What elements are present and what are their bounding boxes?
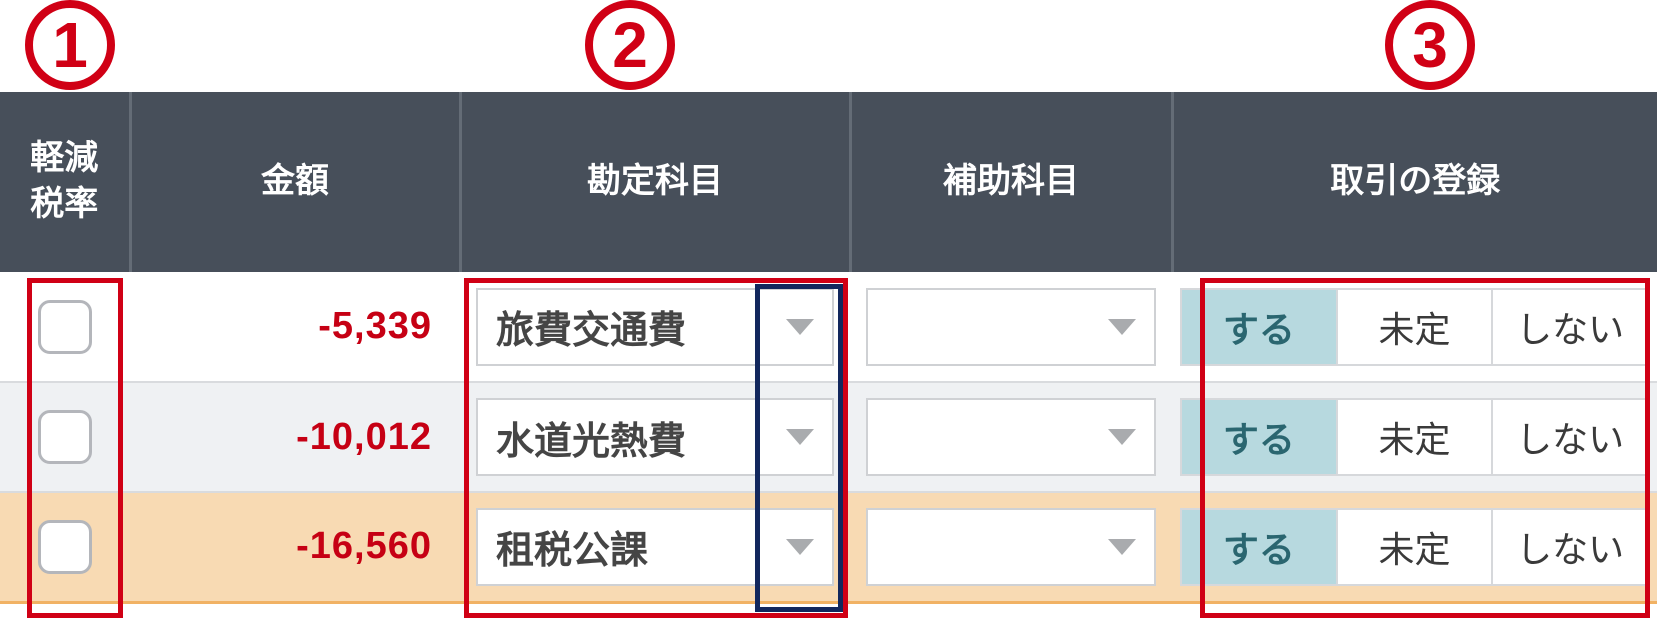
register-segment: する 未定 しない	[1180, 398, 1649, 476]
chevron-down-icon	[786, 429, 814, 445]
account-select[interactable]: 水道光熱費	[476, 398, 834, 476]
register-option-do[interactable]: する	[1182, 400, 1338, 474]
register-segment: する 未定 しない	[1180, 288, 1649, 366]
register-option-do[interactable]: する	[1182, 290, 1338, 364]
col-header-register: 取引の登録	[1172, 92, 1657, 272]
register-option-undecided[interactable]: 未定	[1338, 290, 1494, 364]
table-row: -5,339 旅費交通費 する 未定 しない	[0, 272, 1657, 382]
chevron-down-icon	[786, 539, 814, 555]
chevron-down-icon	[1108, 319, 1136, 335]
table-header-row: 軽減 税率 金額 勘定科目 補助科目 取引の登録	[0, 92, 1657, 272]
annotation-badge-2: 2	[585, 0, 675, 90]
sub-account-select[interactable]	[866, 288, 1156, 366]
account-select-value: 旅費交通費	[496, 299, 686, 354]
reduced-rate-checkbox[interactable]	[38, 300, 92, 354]
register-segment: する 未定 しない	[1180, 508, 1649, 586]
col-header-sub-account: 補助科目	[850, 92, 1172, 272]
register-option-dont[interactable]: しない	[1493, 510, 1647, 584]
account-select-value: 水道光熱費	[496, 410, 686, 465]
amount-cell: -16,560	[130, 492, 460, 602]
sub-account-select[interactable]	[866, 508, 1156, 586]
register-option-dont[interactable]: しない	[1493, 400, 1647, 474]
register-option-do[interactable]: する	[1182, 510, 1338, 584]
chevron-down-icon	[786, 319, 814, 335]
table-row: -10,012 水道光熱費 する 未定 しない	[0, 382, 1657, 492]
account-select[interactable]: 租税公課	[476, 508, 834, 586]
chevron-down-icon	[1108, 429, 1136, 445]
register-option-dont[interactable]: しない	[1493, 290, 1647, 364]
register-option-undecided[interactable]: 未定	[1338, 510, 1494, 584]
chevron-down-icon	[1108, 539, 1136, 555]
amount-cell: -5,339	[130, 272, 460, 382]
reduced-rate-checkbox[interactable]	[38, 520, 92, 574]
transactions-table: 軽減 税率 金額 勘定科目 補助科目 取引の登録 -5,339 旅費交通費	[0, 92, 1657, 604]
col-header-amount: 金額	[130, 92, 460, 272]
annotation-badge-3: 3	[1385, 0, 1475, 90]
col-header-reduced-rate: 軽減 税率	[0, 92, 130, 272]
account-select[interactable]: 旅費交通費	[476, 288, 834, 366]
reduced-rate-checkbox[interactable]	[38, 410, 92, 464]
col-header-account: 勘定科目	[460, 92, 850, 272]
account-select-value: 租税公課	[496, 519, 648, 574]
amount-cell: -10,012	[130, 382, 460, 492]
sub-account-select[interactable]	[866, 398, 1156, 476]
table-row: -16,560 租税公課 する 未定 しない	[0, 492, 1657, 602]
annotation-badge-1: 1	[25, 0, 115, 90]
register-option-undecided[interactable]: 未定	[1338, 400, 1494, 474]
